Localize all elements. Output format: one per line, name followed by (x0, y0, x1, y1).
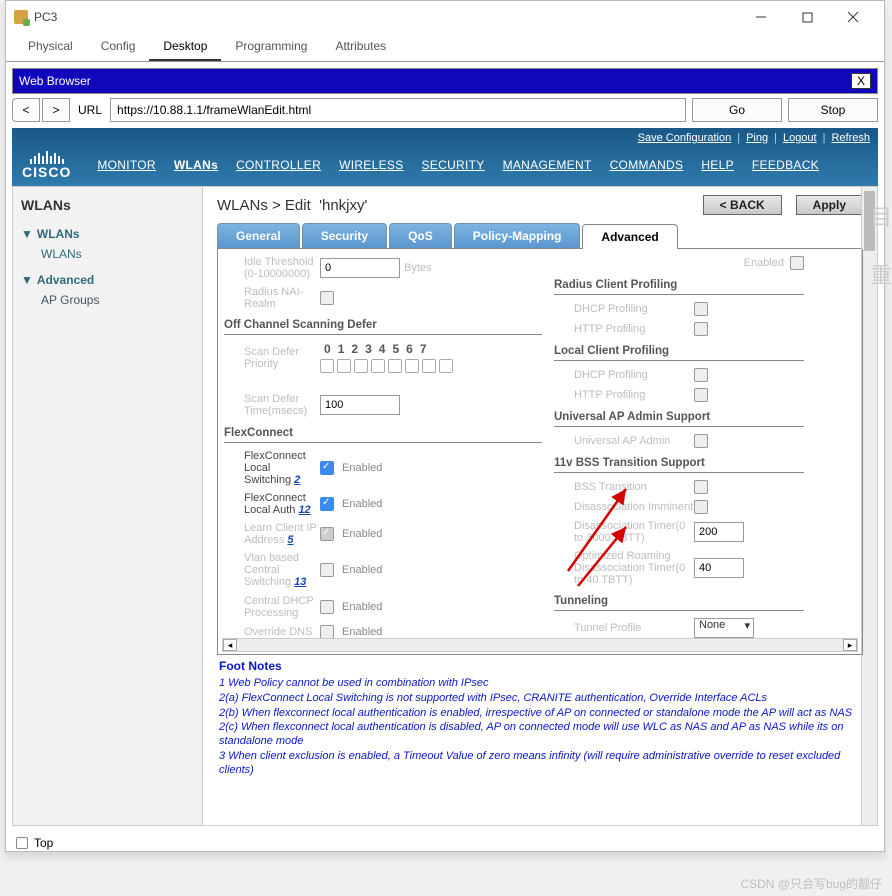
back-page-button[interactable]: < BACK (703, 195, 782, 215)
subtab-policy-mapping[interactable]: Policy-Mapping (454, 223, 581, 248)
vlan-switch-checkbox[interactable] (320, 563, 334, 577)
refresh-link[interactable]: Refresh (831, 132, 870, 144)
top-checkbox[interactable] (16, 837, 28, 849)
sidebar-item-advanced[interactable]: ▼Advanced (21, 269, 194, 291)
central-dhcp-checkbox[interactable] (320, 600, 334, 614)
section-11v: 11v BSS Transition Support (554, 454, 804, 473)
subtab-qos[interactable]: QoS (389, 223, 452, 248)
section-tunneling: Tunneling (554, 592, 804, 611)
url-label: URL (78, 103, 102, 117)
section-local-profiling: Local Client Profiling (554, 342, 804, 361)
app-icon (14, 10, 28, 24)
bss-transition-checkbox[interactable] (694, 480, 708, 494)
nav-management[interactable]: MANAGEMENT (503, 158, 592, 172)
section-universal-ap: Universal AP Admin Support (554, 408, 804, 427)
tab-physical[interactable]: Physical (14, 33, 87, 61)
dhcp-profiling-checkbox[interactable] (694, 302, 708, 316)
tab-desktop[interactable]: Desktop (149, 33, 221, 61)
foot-notes: Foot Notes 1 Web Policy cannot be used i… (217, 655, 863, 782)
nav-commands[interactable]: COMMANDS (610, 158, 684, 172)
nav-controller[interactable]: CONTROLLER (236, 158, 321, 172)
browser-close-button[interactable]: X (851, 73, 871, 89)
radius-nai-checkbox[interactable] (320, 291, 334, 305)
disassoc-imminent-checkbox[interactable] (694, 500, 708, 514)
decorative-text: 目重 (870, 200, 892, 290)
pre-enabled-checkbox[interactable] (790, 256, 804, 270)
subtab-general[interactable]: General (217, 223, 300, 248)
tunnel-profile-select[interactable]: None (694, 618, 754, 638)
scan-defer-time-input[interactable] (320, 395, 400, 415)
browser-title: Web Browser (19, 74, 91, 88)
flex-auth-checkbox[interactable] (320, 497, 334, 511)
nav-help[interactable]: HELP (701, 158, 734, 172)
watermark: CSDN @只会写bug的靓仔 (740, 875, 882, 892)
nav-security[interactable]: SECURITY (422, 158, 485, 172)
title-bar: PC3 (6, 1, 884, 33)
breadcrumb: WLANs > Edit 'hnkjxy' (217, 197, 367, 214)
local-http-profiling-checkbox[interactable] (694, 388, 708, 402)
subtab-advanced[interactable]: Advanced (582, 224, 677, 249)
cisco-logo: CISCO (22, 150, 79, 180)
window-title: PC3 (34, 10, 57, 24)
tab-config[interactable]: Config (87, 33, 150, 61)
cisco-top-links: Save Configuration| Ping| Logout| Refres… (12, 128, 878, 148)
ping-link[interactable]: Ping (746, 132, 768, 144)
nav-monitor[interactable]: MONITOR (97, 158, 156, 172)
save-config-link[interactable]: Save Configuration (638, 132, 732, 144)
maximize-button[interactable] (784, 3, 830, 31)
tab-programming[interactable]: Programming (221, 33, 321, 61)
http-profiling-checkbox[interactable] (694, 322, 708, 336)
nav-wireless[interactable]: WIRELESS (339, 158, 403, 172)
section-flexconnect: FlexConnect (224, 424, 542, 443)
go-button[interactable]: Go (692, 98, 782, 122)
app-tabs: Physical Config Desktop Programming Attr… (6, 33, 884, 62)
back-button[interactable]: < (12, 98, 40, 122)
flex-switching-checkbox[interactable] (320, 461, 334, 475)
close-button[interactable] (830, 3, 876, 31)
url-input[interactable] (110, 98, 686, 122)
section-radius-profiling: Radius Client Profiling (554, 276, 804, 295)
apply-button[interactable]: Apply (796, 195, 863, 215)
sidebar: WLANs ▼WLANs WLANs ▼Advanced AP Groups (13, 187, 203, 825)
nav-wlans[interactable]: WLANs (174, 158, 218, 172)
learn-ip-checkbox (320, 527, 334, 541)
stop-button[interactable]: Stop (788, 98, 878, 122)
forward-button[interactable]: > (42, 98, 70, 122)
section-off-channel: Off Channel Scanning Defer (224, 316, 542, 335)
universal-ap-checkbox[interactable] (694, 434, 708, 448)
minimize-button[interactable] (738, 3, 784, 31)
subtab-security[interactable]: Security (302, 223, 387, 248)
browser-title-bar: Web Browser X (12, 68, 878, 94)
sidebar-item-wlans[interactable]: ▼WLANs (21, 223, 194, 245)
idle-threshold-input[interactable] (320, 258, 400, 278)
disassoc-timer-input[interactable] (694, 522, 744, 542)
tab-attributes[interactable]: Attributes (321, 33, 400, 61)
nav-feedback[interactable]: FEEDBACK (752, 158, 819, 172)
top-label: Top (34, 836, 53, 850)
status-bar: Top (6, 832, 884, 854)
sidebar-sub-wlans[interactable]: WLANs (21, 245, 194, 269)
sidebar-sub-apgroups[interactable]: AP Groups (21, 291, 194, 315)
logout-link[interactable]: Logout (783, 132, 817, 144)
sidebar-heading: WLANs (21, 197, 194, 213)
override-dns-checkbox[interactable] (320, 625, 334, 639)
horizontal-scrollbar[interactable]: ◂▸ (222, 638, 858, 652)
local-dhcp-profiling-checkbox[interactable] (694, 368, 708, 382)
opt-roam-timer-input[interactable] (694, 558, 744, 578)
